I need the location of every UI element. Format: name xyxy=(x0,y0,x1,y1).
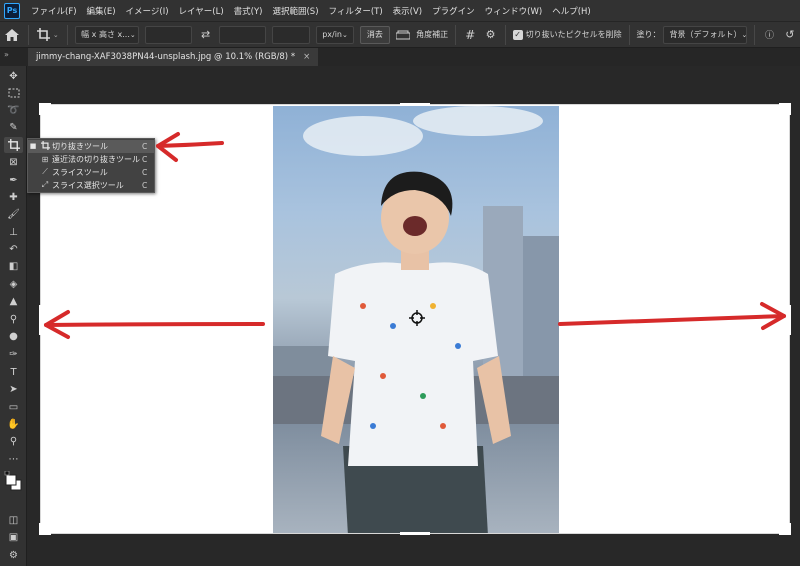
annotation-arrow-right xyxy=(558,302,786,330)
annotation-arrow-flyout xyxy=(156,132,224,162)
annotation-overlay xyxy=(44,132,786,339)
annotation-arrow-left xyxy=(44,310,265,339)
